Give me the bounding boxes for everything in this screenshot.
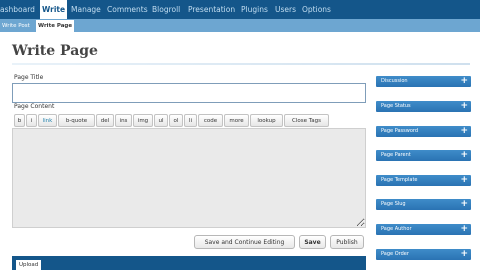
qt-bold-button[interactable]: b <box>14 114 25 127</box>
save-button[interactable]: Save <box>299 235 326 249</box>
qt-lookup-button[interactable]: lookup <box>250 114 283 127</box>
save-continue-button[interactable]: Save and Continue Editing <box>194 235 295 249</box>
page-parent-box-label: Page Parent <box>381 152 411 158</box>
qt-ol-button[interactable]: ol <box>169 114 183 127</box>
expand-plus-icon[interactable]: + <box>460 224 468 235</box>
admin-menu: ashboard Write Manage Comments Blogroll … <box>0 0 480 19</box>
menu-options[interactable]: Options <box>302 0 331 19</box>
title-divider <box>12 63 470 65</box>
qt-del-button[interactable]: del <box>96 114 114 127</box>
expand-plus-icon[interactable]: + <box>460 199 468 210</box>
menu-dashboard[interactable]: ashboard <box>0 0 35 19</box>
page-title-input[interactable] <box>12 83 366 103</box>
menu-presentation[interactable]: Presentation <box>188 0 235 19</box>
page-template-box-label: Page Template <box>381 177 418 183</box>
page-status-box[interactable]: Page Status + <box>376 101 471 112</box>
upload-bar: Upload <box>12 256 366 270</box>
qt-more-button[interactable]: more <box>224 114 249 127</box>
expand-plus-icon[interactable]: + <box>460 150 468 161</box>
menu-users[interactable]: Users <box>275 0 296 19</box>
page-status-box-label: Page Status <box>381 103 411 109</box>
page-order-box-label: Page Order <box>381 251 409 257</box>
menu-write[interactable]: Write <box>40 0 68 19</box>
page-order-box[interactable]: Page Order + <box>376 249 471 260</box>
upload-tab[interactable]: Upload <box>16 260 42 270</box>
qt-link-button[interactable]: link <box>38 114 57 127</box>
qt-close-tags-button[interactable]: Close Tags <box>284 114 329 127</box>
qt-blockquote-button[interactable]: b-quote <box>58 114 95 127</box>
submenu-write-page[interactable]: Write Page <box>36 20 75 32</box>
menu-comments[interactable]: Comments <box>107 0 148 19</box>
discussion-box-label: Discussion <box>381 78 408 84</box>
discussion-box[interactable]: Discussion + <box>376 76 471 87</box>
menu-blogroll[interactable]: Blogroll <box>152 0 180 19</box>
expand-plus-icon[interactable]: + <box>460 249 468 260</box>
page-title-label: Page Title <box>14 74 44 81</box>
publish-button[interactable]: Publish <box>330 235 364 249</box>
page-password-box-label: Page Password <box>381 128 419 134</box>
expand-plus-icon[interactable]: + <box>460 126 468 137</box>
qt-img-button[interactable]: img <box>133 114 153 127</box>
expand-plus-icon[interactable]: + <box>460 101 468 112</box>
write-submenu: Write Post Write Page <box>0 19 480 32</box>
menu-manage[interactable]: Manage <box>71 0 101 19</box>
expand-plus-icon[interactable]: + <box>460 175 468 186</box>
page-author-box[interactable]: Page Author + <box>376 224 471 235</box>
expand-plus-icon[interactable]: + <box>460 76 468 87</box>
page-parent-box[interactable]: Page Parent + <box>376 150 471 161</box>
submenu-write-post[interactable]: Write Post <box>0 20 32 32</box>
page-template-box[interactable]: Page Template + <box>376 175 471 186</box>
qt-italic-button[interactable]: i <box>26 114 37 127</box>
qt-code-button[interactable]: code <box>198 114 223 127</box>
page-slug-box[interactable]: Page Slug + <box>376 199 471 210</box>
page-content-label: Page Content <box>14 103 55 110</box>
qt-li-button[interactable]: li <box>184 114 197 127</box>
page-slug-box-label: Page Slug <box>381 201 406 207</box>
page-password-box[interactable]: Page Password + <box>376 126 471 137</box>
qt-ul-button[interactable]: ul <box>154 114 168 127</box>
page-content-textarea[interactable] <box>12 128 366 228</box>
qt-ins-button[interactable]: ins <box>115 114 132 127</box>
page-title: Write Page <box>12 43 98 59</box>
menu-plugins[interactable]: Plugins <box>241 0 268 19</box>
page-author-box-label: Page Author <box>381 226 412 232</box>
